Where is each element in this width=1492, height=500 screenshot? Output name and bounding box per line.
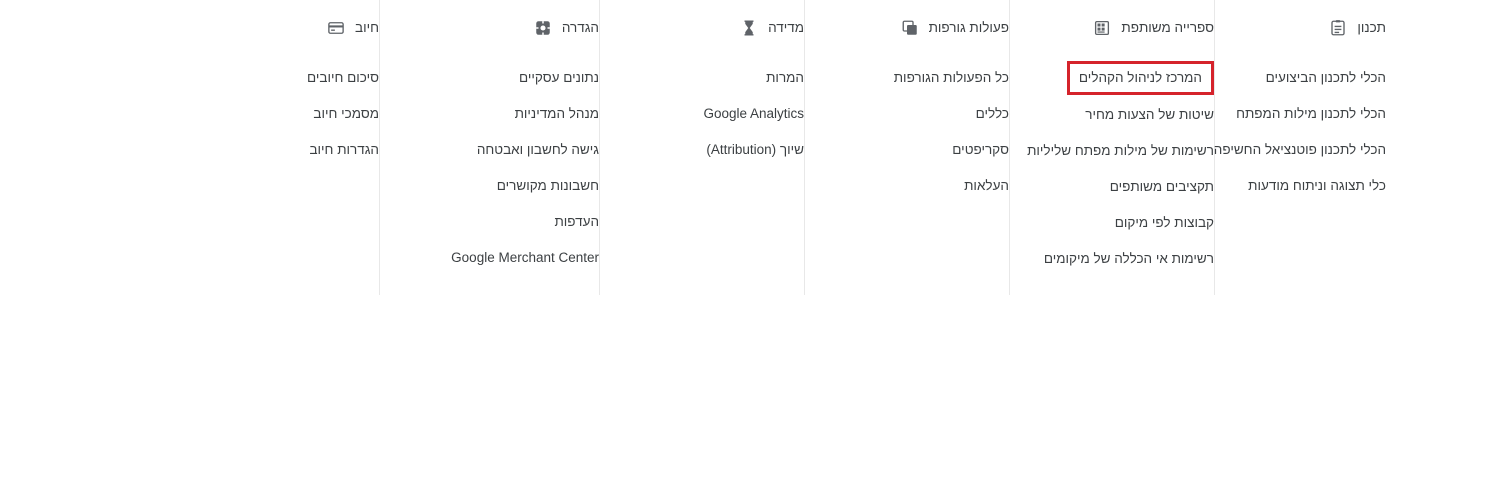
menu-item[interactable]: Google Analytics: [703, 96, 804, 132]
menu-item[interactable]: תקציבים משותפים: [1110, 169, 1214, 205]
column-header-billing: חיוב: [0, 16, 379, 40]
menu-item[interactable]: כלי תצוגה וניתוח מודעות: [1248, 168, 1386, 204]
menu-item[interactable]: נתונים עסקיים: [519, 60, 599, 96]
menu-item[interactable]: העלאות: [964, 168, 1009, 204]
menu-item-list-billing: סיכום חיובים מסמכי חיוב הגדרות חיוב: [0, 60, 379, 168]
menu-item[interactable]: כללים: [976, 96, 1009, 132]
menu-item[interactable]: גישה לחשבון ואבטחה: [477, 132, 599, 168]
menu-column-measurement: מדידה המרות Google Analytics שיוך (Attribut…: [599, 0, 804, 295]
menu-column-shared-library: ספרייה משותפת המרכז לניהול הקהלים שיטות של…: [1009, 0, 1214, 295]
menu-item-list-planning: הכלי לתכנון הביצועים הכלי לתכנון מילות המ…: [1214, 60, 1492, 204]
menu-item-list-measurement: המרות Google Analytics שיוך (Attribution): [600, 60, 804, 168]
menu-item[interactable]: חשבונות מקושרים: [497, 168, 599, 204]
gear-icon: [533, 18, 553, 38]
menu-panel: תכנון הכלי לתכנון הביצועים הכלי לתכנון מיל…: [0, 0, 1492, 295]
menu-item[interactable]: הכלי לתכנון פוטנציאל החשיפה: [1214, 132, 1386, 168]
menu-item-list-setup: נתונים עסקיים מנהל המדיניות גישה לחשבון וא…: [380, 60, 599, 276]
column-header-label: תכנון: [1357, 20, 1386, 35]
menu-item-list-bulk-actions: כל הפעולות הגורפות כללים סקריפטים העלאות: [805, 60, 1009, 204]
menu-item-highlighted[interactable]: המרכז לניהול הקהלים: [1066, 61, 1214, 95]
menu-item[interactable]: שיוך (Attribution): [706, 132, 804, 168]
credit-card-icon: [326, 18, 346, 38]
clipboard-lines-icon: [1328, 18, 1348, 38]
menu-item[interactable]: מסמכי חיוב: [313, 96, 379, 132]
menu-item[interactable]: Google Merchant Center: [451, 240, 599, 276]
menu-item[interactable]: סקריפטים: [952, 132, 1009, 168]
menu-item[interactable]: סיכום חיובים: [307, 60, 379, 96]
column-header-shared-library: ספרייה משותפת: [1010, 16, 1214, 40]
menu-item[interactable]: שיטות של הצעות מחיר: [1085, 97, 1214, 133]
column-header-label: ספרייה משותפת: [1121, 20, 1214, 35]
library-grid-icon: [1092, 18, 1112, 38]
menu-item[interactable]: מנהל המדיניות: [515, 96, 599, 132]
menu-item[interactable]: רשימות של מילות מפתח שליליות: [1027, 133, 1214, 169]
column-header-setup: הגדרה: [380, 16, 599, 40]
copy-layers-icon: [900, 18, 920, 38]
column-header-label: הגדרה: [561, 20, 599, 35]
hourglass-icon: [739, 18, 759, 38]
column-header-label: חיוב: [355, 20, 379, 35]
menu-item[interactable]: המרות: [766, 60, 804, 96]
column-header-measurement: מדידה: [600, 16, 804, 40]
menu-column-setup: הגדרה נתונים עסקיים מנהל המדיניות גישה לחשב…: [379, 0, 599, 295]
menu-item[interactable]: העדפות: [554, 204, 599, 240]
menu-item[interactable]: רשימות אי הכללה של מיקומים: [1044, 241, 1214, 277]
menu-column-planning: תכנון הכלי לתכנון הביצועים הכלי לתכנון מיל…: [1214, 0, 1492, 295]
menu-item[interactable]: כל הפעולות הגורפות: [894, 60, 1009, 96]
menu-item[interactable]: הכלי לתכנון מילות המפתח: [1236, 96, 1386, 132]
menu-item[interactable]: הכלי לתכנון הביצועים: [1266, 60, 1386, 96]
menu-item-list-shared-library: המרכז לניהול הקהלים שיטות של הצעות מחיר רש…: [1010, 60, 1214, 277]
menu-item[interactable]: קבוצות לפי מיקום: [1115, 205, 1214, 241]
menu-column-bulk-actions: פעולות גורפות כל הפעולות הגורפות כללים סקרי…: [804, 0, 1009, 295]
column-header-bulk-actions: פעולות גורפות: [805, 16, 1009, 40]
menu-column-billing: חיוב סיכום חיובים מסמכי חיוב הגדרות חיוב: [0, 0, 379, 295]
menu-item[interactable]: הגדרות חיוב: [309, 132, 379, 168]
column-header-label: מדידה: [768, 20, 804, 35]
column-header-label: פעולות גורפות: [928, 20, 1009, 35]
